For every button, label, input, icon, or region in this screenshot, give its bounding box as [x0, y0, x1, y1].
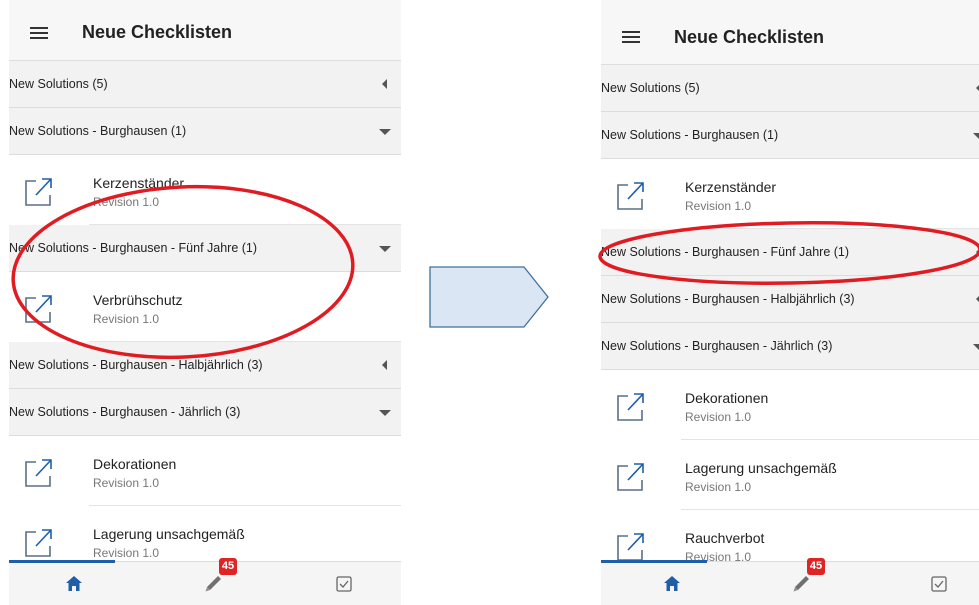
external-link-icon [25, 295, 52, 323]
external-link-icon [617, 533, 644, 561]
active-tab-indicator [601, 560, 707, 563]
group-header-burghausen[interactable]: New Solutions - Burghausen (1) [601, 112, 979, 159]
external-link-icon [25, 529, 52, 557]
group-label: New Solutions - Burghausen - Halbjährlic… [9, 358, 263, 372]
list-item[interactable]: Kerzenständer Revision 1.0 [9, 155, 401, 225]
collapse-arrow-icon [382, 79, 387, 89]
external-link-icon [25, 178, 52, 206]
external-link-icon [25, 459, 52, 487]
phone-after: Neue Checklisten New Solutions (5) New S… [601, 0, 979, 605]
checkbox-icon[interactable] [336, 576, 352, 592]
list-item[interactable]: Dekorationen Revision 1.0 [9, 436, 401, 506]
external-link-icon [617, 393, 644, 421]
app-bar: Neue Checklisten [9, 0, 401, 61]
item-revision: Revision 1.0 [93, 195, 160, 209]
home-icon[interactable] [66, 576, 82, 591]
expand-arrow-icon [379, 129, 391, 135]
expand-arrow-icon [379, 410, 391, 416]
group-label: New Solutions - Burghausen (1) [9, 124, 187, 138]
list-item[interactable]: Lagerung unsachgemäß Revision 1.0 [601, 440, 979, 510]
hamburger-icon[interactable] [622, 31, 640, 44]
group-header-jaehrlich[interactable]: New Solutions - Burghausen - Jährlich (3… [9, 389, 401, 436]
app-bar: Neue Checklisten [601, 0, 979, 65]
bottom-nav: 45 [9, 558, 401, 605]
item-revision: Revision 1.0 [93, 476, 160, 490]
list-item[interactable]: Kerzenständer Revision 1.0 [601, 159, 979, 229]
group-label: New Solutions - Burghausen - Fünf Jahre … [9, 241, 258, 255]
group-label: New Solutions (5) [601, 81, 700, 95]
item-name: Lagerung unsachgemäß [93, 526, 245, 542]
notification-badge: 45 [219, 558, 237, 575]
checklist-list: New Solutions (5) New Solutions - Burgha… [601, 65, 979, 580]
page-title: Neue Checklisten [674, 27, 825, 47]
group-label: New Solutions - Burghausen - Jährlich (3… [9, 405, 241, 419]
external-link-icon [617, 463, 644, 491]
checkbox-icon[interactable] [931, 576, 947, 592]
list-item[interactable]: Verbrühschutz Revision 1.0 [9, 272, 401, 342]
group-header-new-solutions[interactable]: New Solutions (5) [9, 61, 401, 108]
item-revision: Revision 1.0 [685, 410, 752, 424]
page-title: Neue Checklisten [82, 22, 233, 42]
group-header-burghausen[interactable]: New Solutions - Burghausen (1) [9, 108, 401, 155]
checklist-list: New Solutions (5) New Solutions - Burgha… [9, 61, 401, 576]
notification-badge: 45 [807, 558, 825, 575]
group-header-halbjaehrlich[interactable]: New Solutions - Burghausen - Halbjährlic… [601, 276, 979, 323]
item-revision: Revision 1.0 [685, 480, 752, 494]
group-header-new-solutions[interactable]: New Solutions (5) [601, 65, 979, 112]
active-tab-indicator [9, 560, 115, 563]
transition-arrow-icon [429, 266, 549, 328]
group-label: New Solutions - Burghausen - Halbjährlic… [601, 292, 855, 306]
group-header-fuenf-jahre[interactable]: New Solutions - Burghausen - Fünf Jahre … [601, 229, 979, 276]
item-name: Rauchverbot [685, 530, 765, 546]
home-icon[interactable] [664, 576, 680, 591]
group-label: New Solutions - Burghausen (1) [601, 128, 779, 142]
item-name: Kerzenständer [685, 179, 777, 195]
expand-arrow-icon [973, 133, 979, 139]
list-item[interactable]: Dekorationen Revision 1.0 [601, 370, 979, 440]
item-name: Kerzenständer [93, 175, 185, 191]
group-label: New Solutions (5) [9, 77, 108, 91]
expand-arrow-icon [379, 246, 391, 252]
phone-before: Neue Checklisten New Solutions (5) New S… [9, 0, 401, 605]
bottom-nav: 45 [601, 558, 979, 605]
item-name: Dekorationen [685, 390, 769, 406]
item-name: Dekorationen [93, 456, 177, 472]
item-revision: Revision 1.0 [93, 312, 160, 326]
item-revision: Revision 1.0 [685, 199, 752, 213]
collapse-arrow-icon [382, 360, 387, 370]
group-label: New Solutions - Burghausen - Fünf Jahre … [601, 245, 850, 259]
group-header-jaehrlich[interactable]: New Solutions - Burghausen - Jährlich (3… [601, 323, 979, 370]
group-header-fuenf-jahre[interactable]: New Solutions - Burghausen - Fünf Jahre … [9, 225, 401, 272]
group-label: New Solutions - Burghausen - Jährlich (3… [601, 339, 833, 353]
item-name: Lagerung unsachgemäß [685, 460, 837, 476]
external-link-icon [617, 182, 644, 210]
hamburger-icon[interactable] [30, 27, 48, 40]
item-revision: Revision 1.0 [93, 546, 160, 560]
expand-arrow-icon [973, 344, 979, 350]
group-header-halbjaehrlich[interactable]: New Solutions - Burghausen - Halbjährlic… [9, 342, 401, 389]
item-name: Verbrühschutz [93, 292, 183, 308]
